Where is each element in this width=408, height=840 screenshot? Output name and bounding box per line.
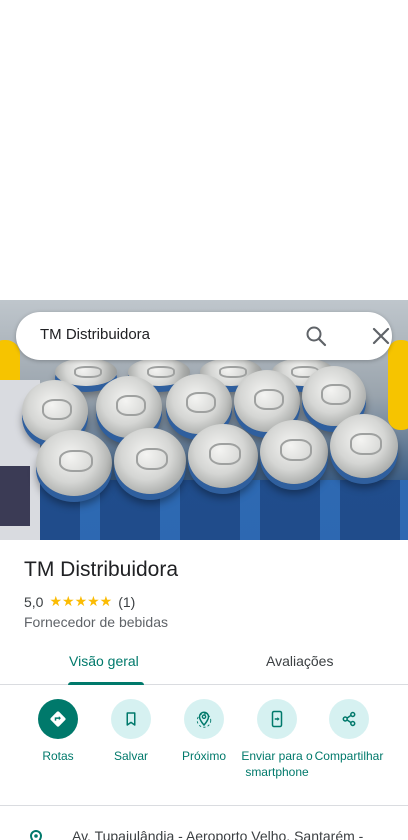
tab-overview[interactable]: Visão geral bbox=[69, 653, 139, 669]
send-to-phone-label: Enviar para o smartphone bbox=[241, 749, 313, 779]
directions-icon bbox=[50, 711, 66, 727]
review-count[interactable]: (1) bbox=[118, 594, 135, 610]
share-circle bbox=[329, 699, 369, 739]
save-circle bbox=[111, 699, 151, 739]
nearby-icon bbox=[196, 711, 212, 728]
tab-reviews[interactable]: Avaliações bbox=[266, 653, 333, 669]
can bbox=[260, 420, 328, 484]
nearby-button[interactable]: Próximo bbox=[164, 699, 244, 764]
search-input[interactable]: TM Distribuidora bbox=[40, 326, 150, 343]
send-to-phone-button[interactable]: Enviar para o smartphone bbox=[237, 699, 317, 780]
section-divider bbox=[0, 805, 408, 806]
nearby-label: Próximo bbox=[181, 749, 226, 763]
blank-map-area bbox=[0, 0, 408, 300]
rating-stars: ★★★★★ bbox=[49, 593, 113, 609]
address-row[interactable]: Av. Tupaiulândia - Aeroporto Velho, Sant… bbox=[0, 822, 408, 840]
can bbox=[330, 414, 398, 478]
share-button[interactable]: Compartilhar bbox=[309, 699, 389, 764]
can bbox=[36, 430, 112, 496]
share-label: Compartilhar bbox=[314, 749, 384, 763]
directions-button[interactable]: Rotas bbox=[18, 699, 98, 764]
search-icon[interactable] bbox=[304, 324, 328, 348]
place-title: TM Distribuidora bbox=[24, 558, 179, 581]
tab-bar: Visão geral Avaliações bbox=[0, 643, 408, 685]
rating-value: 5,0 bbox=[24, 593, 44, 610]
save-label: Salvar bbox=[113, 749, 148, 763]
nearby-circle bbox=[184, 699, 224, 739]
rating-row[interactable]: 5,0 ★★★★★ (1) bbox=[24, 593, 135, 610]
directions-circle bbox=[38, 699, 78, 739]
active-tab-indicator bbox=[68, 682, 144, 685]
save-button[interactable]: Salvar bbox=[91, 699, 171, 764]
close-icon[interactable] bbox=[369, 324, 393, 348]
place-category: Fornecedor de bebidas bbox=[24, 614, 168, 630]
can bbox=[188, 424, 258, 488]
bookmark-icon bbox=[126, 712, 136, 726]
send-to-phone-circle bbox=[257, 699, 297, 739]
address-text: Av. Tupaiulândia - Aeroporto Velho, Sant… bbox=[72, 828, 364, 840]
search-bar[interactable]: TM Distribuidora bbox=[16, 312, 392, 360]
location-pin-icon bbox=[28, 829, 44, 840]
share-icon bbox=[342, 711, 356, 727]
directions-label: Rotas bbox=[42, 749, 74, 763]
bottle-right bbox=[388, 340, 408, 430]
send-to-phone-icon bbox=[271, 710, 283, 728]
can bbox=[114, 428, 186, 494]
